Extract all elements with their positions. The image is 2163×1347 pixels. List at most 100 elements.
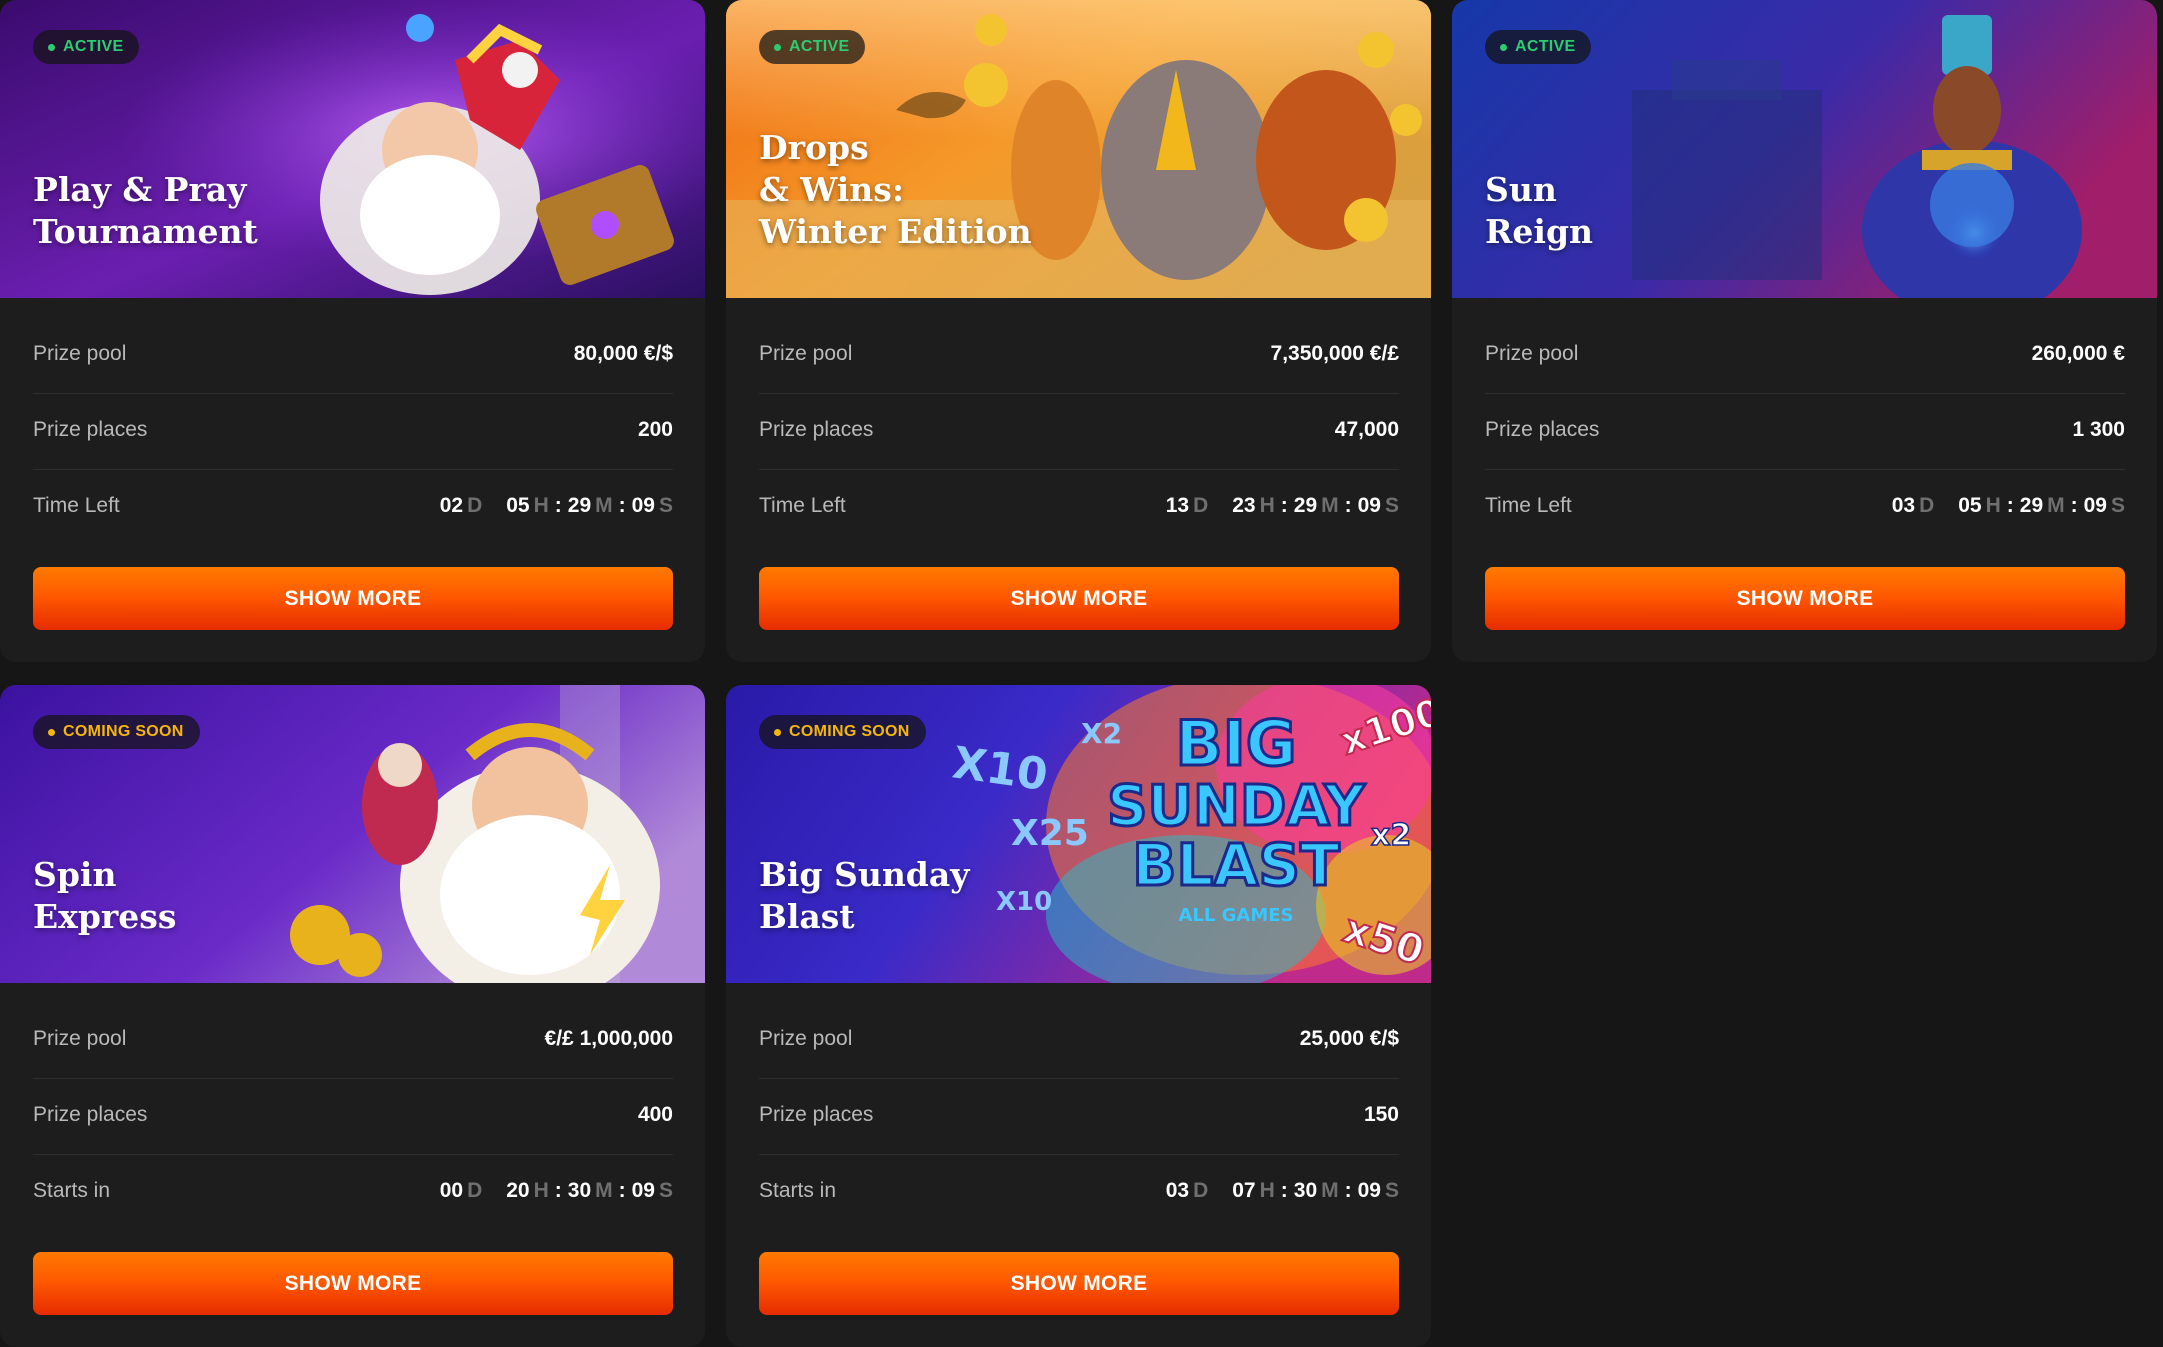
timer-hours: 23 [1232, 494, 1256, 517]
prize-places-value: 200 [637, 418, 673, 441]
prize-places-value: 400 [637, 1103, 673, 1126]
status-dot [774, 729, 781, 736]
show-more-button[interactable]: SHOW MORE [1485, 567, 2125, 630]
tournament-title: Spin Express [33, 855, 177, 936]
timer-minutes-unit: M [1321, 494, 1339, 517]
prize-pool-value: €/£ 1,000,000 [544, 1027, 673, 1050]
status-badge: ACTIVE [759, 30, 866, 64]
timer-hours-unit: H [533, 494, 549, 517]
timer-label: Time Left [33, 494, 120, 517]
timer-row: Starts in 03 D 07 H:30 M:09 S [759, 1155, 1399, 1230]
timer-row: Time Left 13 D 23 H:29 M:09 S [759, 470, 1399, 545]
multiplier-x10-bottom: X10 [996, 887, 1052, 917]
tournament-details: Prize pool €/£ 1,000,000 Prize places 40… [33, 1003, 673, 1230]
banner-logo-sunday: SUNDAY [1107, 774, 1366, 839]
timer-seconds: 09 [631, 494, 655, 517]
status-text: COMING SOON [789, 723, 910, 740]
timer-days-unit: D [467, 1179, 483, 1202]
prize-pool-value: 25,000 €/$ [1299, 1027, 1399, 1050]
timer-hours-unit: H [1985, 494, 2001, 517]
prize-pool-value: 7,350,000 €/£ [1270, 342, 1399, 365]
status-dot [1500, 44, 1507, 51]
tournament-card: ACTIVE Play & Pray Tournament Prize pool… [0, 0, 705, 662]
prize-places-row: Prize places 400 [33, 1079, 673, 1155]
timer-seconds: 09 [2083, 494, 2107, 517]
status-text: ACTIVE [789, 38, 850, 55]
show-more-button[interactable]: SHOW MORE [759, 567, 1399, 630]
countdown-timer: 03 D 07 H:30 M:09 S [1165, 1179, 1399, 1202]
timer-days-unit: D [467, 494, 483, 517]
tournament-card: ACTIVE Drops & Wins: Winter Edition Priz… [726, 0, 1431, 662]
multiplier-x25: X25 [1011, 813, 1089, 854]
prize-places-value: 47,000 [1334, 418, 1399, 441]
timer-seconds: 09 [1357, 494, 1381, 517]
timer-seconds-unit: S [1384, 494, 1399, 517]
timer-label: Time Left [1485, 494, 1572, 517]
prize-places-row: Prize places 200 [33, 394, 673, 470]
prize-places-label: Prize places [33, 418, 148, 441]
timer-seconds-unit: S [2110, 494, 2125, 517]
timer-days-unit: D [1919, 494, 1935, 517]
countdown-timer: 02 D 05 H:29 M:09 S [439, 494, 673, 517]
timer-hours: 05 [506, 494, 530, 517]
banner-logo-blast: BLAST [1132, 831, 1340, 899]
prize-pool-label: Prize pool [33, 1027, 127, 1050]
prize-places-value: 1 300 [2072, 418, 2125, 441]
prize-places-row: Prize places 150 [759, 1079, 1399, 1155]
tournament-title: Sun Reign [1485, 170, 1594, 251]
timer-days-unit: D [1193, 494, 1209, 517]
tournament-banner[interactable]: ACTIVE Play & Pray Tournament [0, 0, 705, 298]
prize-places-value: 150 [1363, 1103, 1399, 1126]
timer-row: Time Left 02 D 05 H:29 M:09 S [33, 470, 673, 545]
prize-places-label: Prize places [759, 418, 874, 441]
status-dot [48, 44, 55, 51]
timer-minutes: 29 [2019, 494, 2044, 517]
timer-minutes-unit: M [595, 494, 613, 517]
timer-days: 00 [439, 1179, 464, 1202]
show-more-button[interactable]: SHOW MORE [33, 567, 673, 630]
timer-hours: 07 [1232, 1179, 1256, 1202]
prize-pool-row: Prize pool 25,000 €/$ [759, 1003, 1399, 1079]
tournament-banner[interactable]: ACTIVE Sun Reign [1452, 0, 2157, 298]
tournament-details: Prize pool 25,000 €/$ Prize places 150 S… [759, 1003, 1399, 1230]
timer-label: Time Left [759, 494, 846, 517]
status-dot [774, 44, 781, 51]
prize-pool-value: 80,000 €/$ [573, 342, 673, 365]
prize-pool-row: Prize pool 80,000 €/$ [33, 318, 673, 394]
prize-pool-label: Prize pool [1485, 342, 1579, 365]
show-more-button[interactable]: SHOW MORE [33, 1252, 673, 1315]
timer-hours-unit: H [533, 1179, 549, 1202]
status-text: ACTIVE [1515, 38, 1576, 55]
status-text: ACTIVE [63, 38, 124, 55]
tournament-grid: ACTIVE Play & Pray Tournament Prize pool… [0, 0, 2163, 1347]
countdown-timer: 13 D 23 H:29 M:09 S [1165, 494, 1399, 517]
prize-places-row: Prize places 47,000 [759, 394, 1399, 470]
timer-minutes-unit: M [2047, 494, 2065, 517]
status-badge: ACTIVE [33, 30, 140, 64]
timer-hours-unit: H [1259, 1179, 1275, 1202]
prize-pool-label: Prize pool [33, 342, 127, 365]
timer-row: Time Left 03 D 05 H:29 M:09 S [1485, 470, 2125, 545]
status-badge: COMING SOON [759, 715, 926, 749]
prize-places-row: Prize places 1 300 [1485, 394, 2125, 470]
timer-seconds: 09 [631, 1179, 655, 1202]
tournament-card: ACTIVE Sun Reign Prize pool 260,000 € Pr… [1452, 0, 2157, 662]
tournament-banner[interactable]: COMING SOON Spin Express [0, 685, 705, 983]
show-more-button[interactable]: SHOW MORE [759, 1252, 1399, 1315]
timer-seconds-unit: S [658, 494, 673, 517]
timer-minutes: 30 [567, 1179, 592, 1202]
timer-minutes: 30 [1293, 1179, 1318, 1202]
tournament-details: Prize pool 80,000 €/$ Prize places 200 T… [33, 318, 673, 545]
prize-places-label: Prize places [1485, 418, 1600, 441]
timer-days: 02 [439, 494, 464, 517]
timer-hours: 05 [1958, 494, 1982, 517]
timer-minutes-unit: M [1321, 1179, 1339, 1202]
prize-pool-label: Prize pool [759, 342, 853, 365]
tournament-details: Prize pool 7,350,000 €/£ Prize places 47… [759, 318, 1399, 545]
prize-places-label: Prize places [759, 1103, 874, 1126]
tournament-details: Prize pool 260,000 € Prize places 1 300 … [1485, 318, 2125, 545]
timer-seconds: 09 [1357, 1179, 1381, 1202]
tournament-card: BIG SUNDAY BLAST ALL GAMES X10 X2 x100 X… [726, 685, 1431, 1347]
tournament-banner[interactable]: BIG SUNDAY BLAST ALL GAMES X10 X2 x100 X… [726, 685, 1431, 983]
tournament-banner[interactable]: ACTIVE Drops & Wins: Winter Edition [726, 0, 1431, 298]
